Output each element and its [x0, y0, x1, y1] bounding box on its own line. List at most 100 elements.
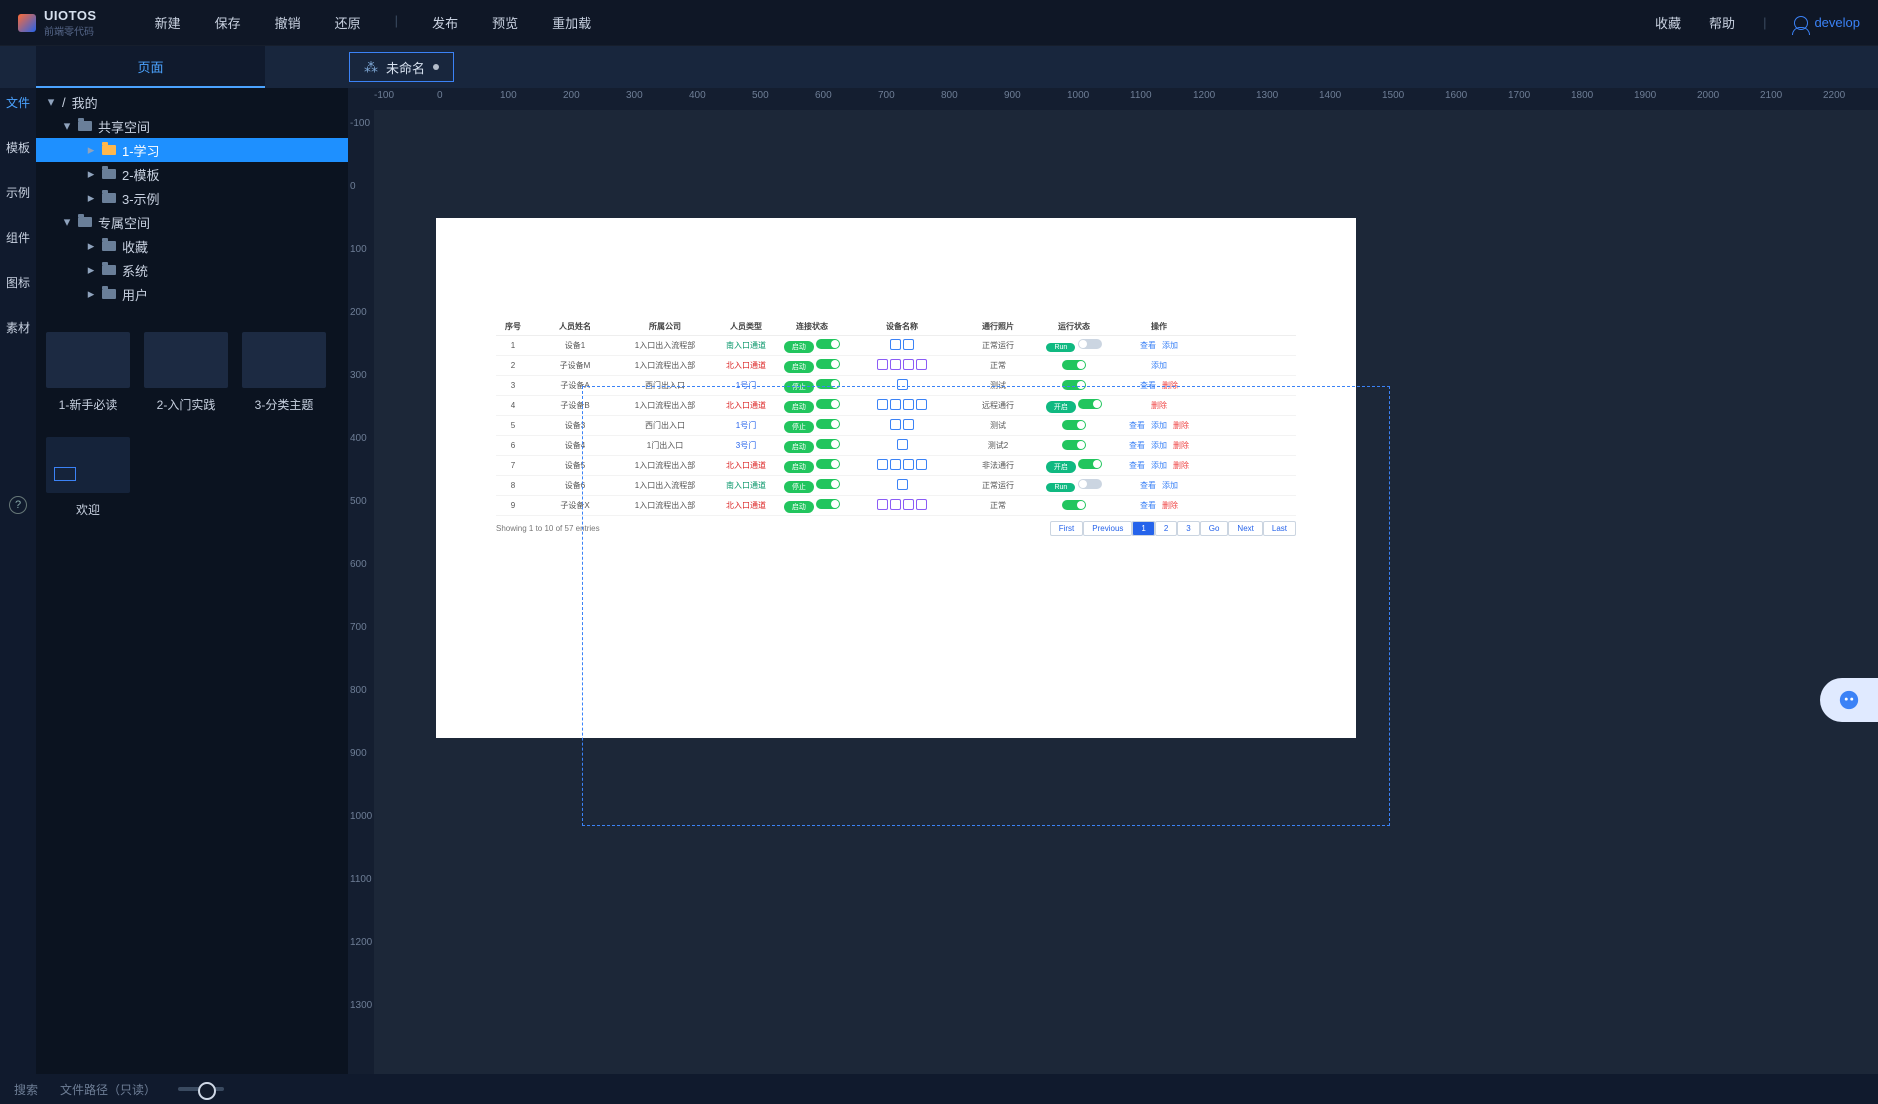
- tab-document-label: 未命名: [386, 58, 425, 77]
- file-tree-panel: ▾/ 我的 ▾ 共享空间 ▸ 1-学习 ▸ 2-模板 ▸ 3-示例: [36, 88, 348, 1074]
- cat-example[interactable]: 示例: [6, 184, 30, 201]
- table-row[interactable]: 8设备61入口出入流程部南入口通道停止 正常运行Run 查看添加: [496, 476, 1296, 496]
- folder-icon: [102, 289, 116, 299]
- cat-template[interactable]: 模板: [6, 139, 30, 156]
- help-icon[interactable]: ?: [9, 496, 27, 514]
- ruler-vertical: -100010020030040050060070080090010001100…: [348, 110, 374, 1074]
- thumb-welcome[interactable]: 欢迎: [46, 437, 130, 518]
- left-tab-area: 页面: [0, 46, 265, 88]
- thumb-label: 欢迎: [76, 501, 100, 518]
- tree-item-label: 3-示例: [122, 189, 160, 208]
- tree-item-label: 2-模板: [122, 165, 160, 184]
- folder-icon: [102, 145, 116, 155]
- table-row[interactable]: 2子设备M1入口流程出入部北入口通道启动 正常添加: [496, 356, 1296, 376]
- menu-favorite[interactable]: 收藏: [1655, 13, 1681, 32]
- zoom-slider[interactable]: [178, 1087, 224, 1091]
- pager-go[interactable]: Go: [1200, 521, 1229, 536]
- thumb-practice[interactable]: 2-入门实践: [144, 332, 228, 413]
- caret-right-icon: ▸: [86, 142, 96, 158]
- main-area: 文件 模板 示例 组件 图标 素材 ? ▾/ 我的 ▾ 共享空间 ▸ 1-学习: [0, 88, 1878, 1074]
- tree-root[interactable]: ▾/ 我的: [36, 90, 348, 114]
- tree-item-example[interactable]: ▸ 3-示例: [36, 186, 348, 210]
- tree-item-sys[interactable]: ▸ 系统: [36, 258, 348, 282]
- folder-thumb-icon: [46, 332, 130, 388]
- folder-thumb-icon: [144, 332, 228, 388]
- caret-down-icon: ▾: [46, 94, 56, 110]
- table-row[interactable]: 3子设备A西门出入口1号门停止 测试查看删除: [496, 376, 1296, 396]
- page-thumb-icon: [46, 437, 130, 493]
- secondary-tab-row: 页面 ⁂ 未命名: [0, 46, 1878, 88]
- table-row[interactable]: 6设备41门出入口3号门启动 测试2查看添加删除: [496, 436, 1296, 456]
- tree-item-template[interactable]: ▸ 2-模板: [36, 162, 348, 186]
- cat-icon[interactable]: 图标: [6, 274, 30, 291]
- assistant-icon: [1838, 689, 1860, 711]
- folder-icon: [78, 121, 92, 131]
- tree-item-label: 1-学习: [122, 141, 160, 160]
- thumb-label: 3-分类主题: [255, 396, 314, 413]
- category-strip: 文件 模板 示例 组件 图标 素材 ?: [0, 88, 36, 1074]
- artboard[interactable]: 序号人员姓名所属公司人员类型连接状态设备名称通行照片运行状态操作 1设备11入口…: [436, 218, 1356, 738]
- top-menu-bar: UIOTOS 前端零代码 新建 保存 撤销 还原 | 发布 预览 重加载 收藏 …: [0, 0, 1878, 46]
- preview-table-head: 序号人员姓名所属公司人员类型连接状态设备名称通行照片运行状态操作: [496, 318, 1296, 336]
- pager-next[interactable]: Next: [1228, 521, 1262, 536]
- tree-item-study[interactable]: ▸ 1-学习: [36, 138, 348, 162]
- tree-item-label: 系统: [122, 261, 148, 280]
- canvas[interactable]: -100010020030040050060070080090010001100…: [348, 88, 1878, 1074]
- thumb-label: 1-新手必读: [59, 396, 118, 413]
- table-row[interactable]: 9子设备X1入口流程出入部北入口通道启动 正常查看删除: [496, 496, 1296, 516]
- folder-thumb-icon: [242, 332, 326, 388]
- table-row[interactable]: 4子设备B1入口流程出入部北入口通道启动 远程通行开启 删除: [496, 396, 1296, 416]
- menu-save[interactable]: 保存: [215, 13, 241, 32]
- tree-item-user[interactable]: ▸ 用户: [36, 282, 348, 306]
- thumb-newbie[interactable]: 1-新手必读: [46, 332, 130, 413]
- menu-preview[interactable]: 预览: [492, 13, 518, 32]
- menu-publish[interactable]: 发布: [432, 13, 458, 32]
- branch-icon: ⁂: [364, 59, 378, 76]
- tree-shared[interactable]: ▾ 共享空间: [36, 114, 348, 138]
- pager-previous[interactable]: Previous: [1083, 521, 1132, 536]
- caret-right-icon: ▸: [86, 286, 96, 302]
- tree-item-label: 用户: [122, 285, 148, 304]
- menu-separator-right: |: [1763, 15, 1766, 30]
- tree-item-label: 收藏: [122, 237, 148, 256]
- pager-first[interactable]: First: [1050, 521, 1084, 536]
- caret-down-icon: ▾: [62, 118, 72, 134]
- cat-component[interactable]: 组件: [6, 229, 30, 246]
- brand-name: UIOTOS: [44, 8, 97, 23]
- folder-thumbnails: 1-新手必读 2-入门实践 3-分类主题 欢迎: [36, 314, 348, 536]
- table-row[interactable]: 1设备11入口出入流程部南入口通道启动 正常运行Run 查看添加: [496, 336, 1296, 356]
- table-row[interactable]: 7设备51入口流程出入部北入口通道启动 非法通行开启 查看添加删除: [496, 456, 1296, 476]
- tab-page[interactable]: 页面: [36, 46, 265, 88]
- pager-1[interactable]: 1: [1132, 521, 1154, 536]
- menu-restore[interactable]: 还原: [335, 13, 361, 32]
- pager-2[interactable]: 2: [1155, 521, 1177, 536]
- menu-undo[interactable]: 撤销: [275, 13, 301, 32]
- caret-down-icon: ▾: [62, 214, 72, 230]
- assistant-button[interactable]: [1820, 678, 1878, 722]
- tree-private-label: 专属空间: [98, 213, 150, 232]
- user-chip[interactable]: develop: [1794, 15, 1860, 30]
- pager-3[interactable]: 3: [1177, 521, 1199, 536]
- caret-right-icon: ▸: [86, 190, 96, 206]
- tree-private[interactable]: ▾ 专属空间: [36, 210, 348, 234]
- thumb-topics[interactable]: 3-分类主题: [242, 332, 326, 413]
- folder-icon: [102, 265, 116, 275]
- menu-new[interactable]: 新建: [155, 13, 181, 32]
- tree-shared-label: 共享空间: [98, 117, 150, 136]
- cat-file[interactable]: 文件: [6, 94, 30, 111]
- logo[interactable]: UIOTOS 前端零代码: [18, 8, 97, 38]
- caret-right-icon: ▸: [86, 238, 96, 254]
- cat-material[interactable]: 素材: [6, 319, 30, 336]
- pager-last[interactable]: Last: [1263, 521, 1296, 536]
- folder-icon: [102, 193, 116, 203]
- tree-root-label: 我的: [72, 93, 98, 112]
- folder-icon: [102, 241, 116, 251]
- status-search[interactable]: 搜索: [14, 1081, 38, 1098]
- menu-help[interactable]: 帮助: [1709, 13, 1735, 32]
- menu-reload[interactable]: 重加载: [552, 13, 591, 32]
- table-row[interactable]: 5设备3西门出入口1号门停止 测试查看添加删除: [496, 416, 1296, 436]
- tree-item-fav[interactable]: ▸ 收藏: [36, 234, 348, 258]
- preview-table: 序号人员姓名所属公司人员类型连接状态设备名称通行照片运行状态操作 1设备11入口…: [496, 318, 1296, 638]
- tab-document-unnamed[interactable]: ⁂ 未命名: [349, 52, 454, 82]
- preview-table-footer: Showing 1 to 10 of 57 entries FirstPrevi…: [496, 524, 1296, 533]
